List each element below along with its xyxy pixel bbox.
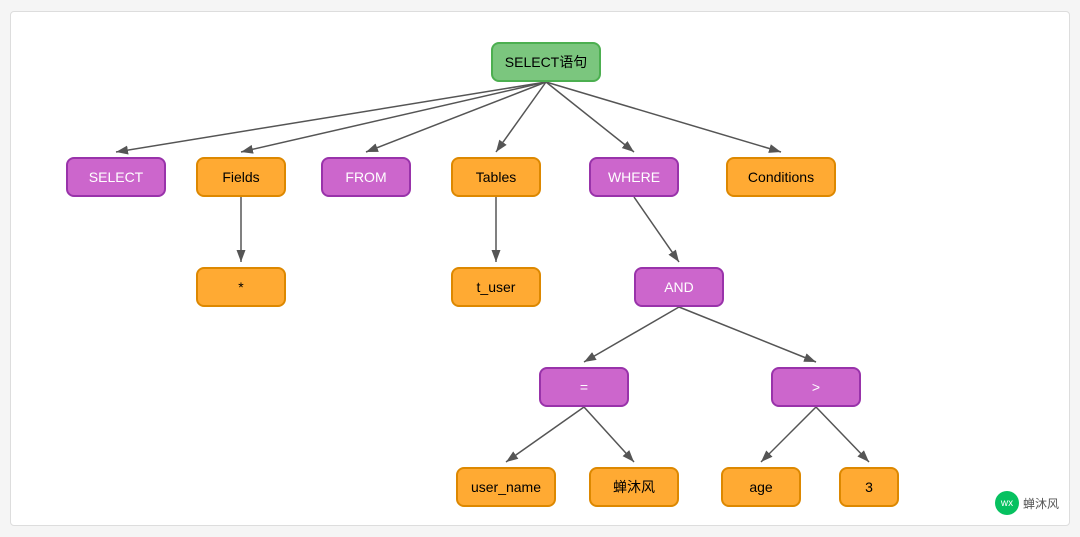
node-fields: Fields xyxy=(196,157,286,197)
watermark: wx 蝉沐风 xyxy=(995,491,1059,515)
node-chanzhi: 蝉沐风 xyxy=(589,467,679,507)
node-select: SELECT xyxy=(66,157,166,197)
tree-svg xyxy=(11,12,1069,525)
node-eq: = xyxy=(539,367,629,407)
node-star: * xyxy=(196,267,286,307)
node-tables: Tables xyxy=(451,157,541,197)
node-tuser: t_user xyxy=(451,267,541,307)
diagram-container: wx 蝉沐风 SELECT语句 SELECT Fields FROM Tables WHE… xyxy=(10,11,1070,526)
node-and: AND xyxy=(634,267,724,307)
node-gt: > xyxy=(771,367,861,407)
node-root: SELECT语句 xyxy=(491,42,601,82)
watermark-label: 蝉沐风 xyxy=(1023,495,1059,512)
node-age: age xyxy=(721,467,801,507)
node-username: user_name xyxy=(456,467,556,507)
node-conditions: Conditions xyxy=(726,157,836,197)
watermark-icon: wx xyxy=(995,491,1019,515)
node-from: FROM xyxy=(321,157,411,197)
node-three: 3 xyxy=(839,467,899,507)
node-where: WHERE xyxy=(589,157,679,197)
